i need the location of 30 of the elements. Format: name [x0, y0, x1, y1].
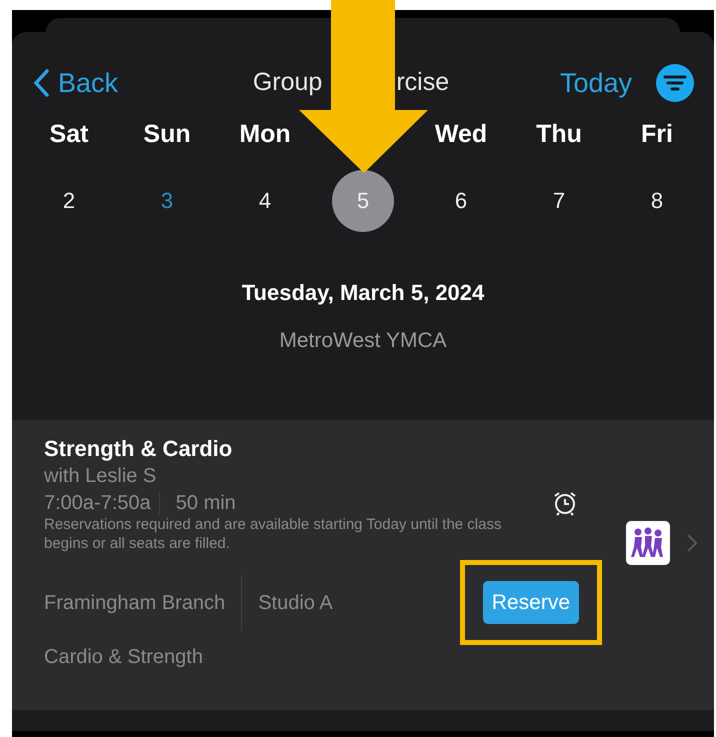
location-label: MetroWest YMCA [279, 328, 447, 352]
weekday-label: Fri [641, 120, 673, 148]
date-button[interactable]: 8 [626, 170, 688, 232]
class-title: Strength & Cardio [44, 436, 232, 461]
date-button[interactable]: 2 [38, 170, 100, 232]
studio-label: Studio A [241, 574, 333, 630]
date-button[interactable]: 7 [528, 170, 590, 232]
category-label: Cardio & Strength [44, 646, 203, 668]
screen-title: Group [252, 67, 322, 98]
alarm-clock-icon[interactable] [552, 490, 578, 516]
date-heading: Tuesday, March 5, 2024 [242, 280, 484, 304]
today-button[interactable]: Today [560, 62, 632, 104]
back-chevron-icon [32, 68, 50, 98]
weekday-label: Sun [143, 120, 191, 148]
filter-icon[interactable] [656, 64, 694, 102]
weekday-label: Thu [536, 120, 582, 148]
class-duration: 50 min [158, 491, 236, 515]
date-button[interactable]: 4 [234, 170, 296, 232]
back-button[interactable]: Back [32, 62, 118, 104]
date-button[interactable]: 6 [430, 170, 492, 232]
weekday-label: Mon [239, 120, 291, 148]
instructor-label: with Leslie S [44, 465, 156, 487]
weekday-label: Sat [50, 120, 88, 148]
class-time: 7:00a-7:50a [44, 491, 152, 515]
weekday-label: Wed [434, 120, 488, 148]
screen-title: rcise [396, 67, 450, 98]
branch-label: Framingham Branch [44, 590, 226, 614]
date-button[interactable]: 3 [136, 170, 198, 232]
reservation-note: Reservations required and are available starting Today until the class begins or all seats are filled. [44, 516, 502, 554]
class-thumbnail [626, 521, 670, 565]
